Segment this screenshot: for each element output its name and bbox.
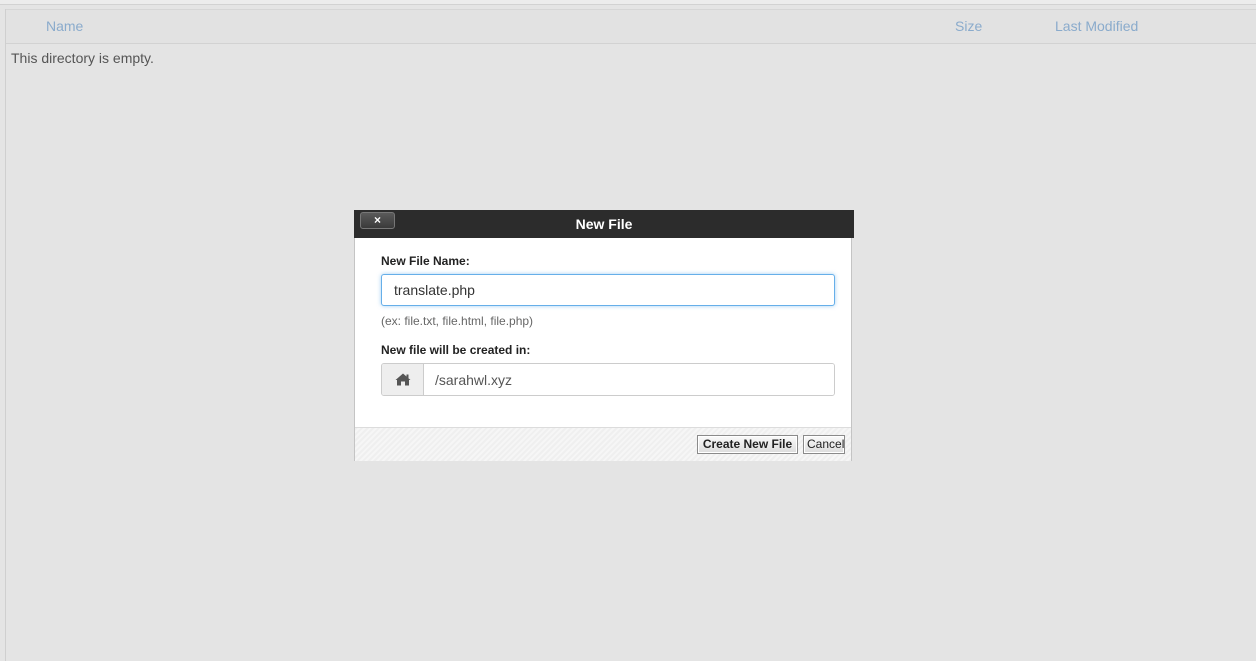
dialog-title: New File <box>575 216 633 232</box>
home-icon-addon <box>382 364 424 395</box>
location-label: New file will be created in: <box>381 343 531 357</box>
location-field-group <box>381 363 835 396</box>
filename-hint: (ex: file.txt, file.html, file.php) <box>381 314 534 328</box>
file-manager-page: Name Size Last Modified This directory i… <box>0 0 1256 661</box>
location-input[interactable] <box>424 364 834 395</box>
dialog-footer: Create New File Cancel <box>355 427 851 461</box>
empty-directory-message: This directory is empty. <box>11 50 154 66</box>
filename-input[interactable] <box>381 274 835 306</box>
filename-label: New File Name: <box>381 254 470 268</box>
column-header-last-modified[interactable]: Last Modified <box>1055 18 1138 34</box>
file-table-header: Name Size Last Modified <box>6 9 1256 44</box>
create-new-file-button[interactable]: Create New File <box>697 435 798 454</box>
dialog-titlebar[interactable]: × New File <box>354 210 854 238</box>
new-file-dialog: × New File New File Name: (ex: file.txt,… <box>354 210 854 461</box>
column-header-size[interactable]: Size <box>955 18 982 34</box>
cancel-button[interactable]: Cancel <box>803 435 845 454</box>
panel-border <box>5 9 6 661</box>
column-header-name[interactable]: Name <box>46 18 83 34</box>
home-icon <box>395 373 411 386</box>
toolbar-edge <box>0 0 1256 5</box>
